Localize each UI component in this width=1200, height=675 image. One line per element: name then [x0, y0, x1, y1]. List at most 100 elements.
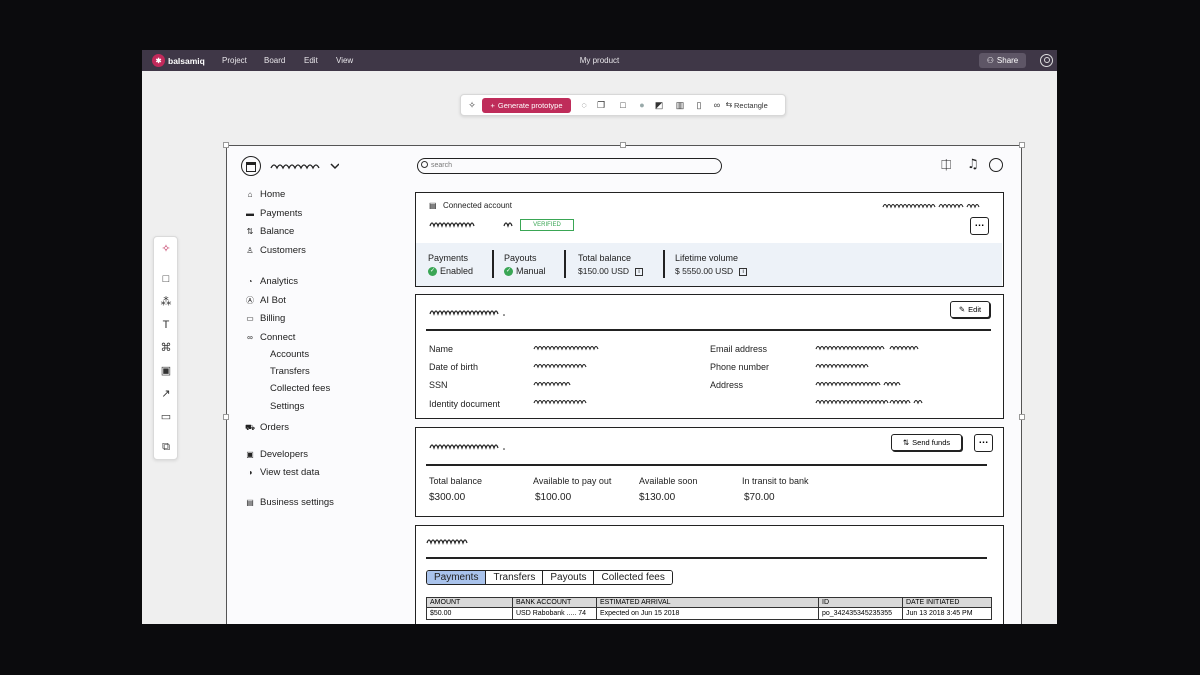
info-icon[interactable]: i [635, 267, 644, 276]
column-header[interactable]: ID [818, 597, 903, 608]
wireframe-mockup[interactable]: search ⎅ ♫ ⌂ Home ▬ Payments ⇅ Balance ♙ Cus… [223, 142, 1025, 624]
menu-view[interactable]: View [336, 56, 353, 65]
field-values-scribble [815, 345, 923, 405]
nav-label: Home [260, 189, 286, 200]
tab-collected-fees[interactable]: Collected fees [594, 571, 672, 584]
book-icon[interactable]: ⎅ [941, 158, 951, 173]
pencil-icon: ✎ [958, 305, 966, 314]
tab-payouts[interactable]: Payouts [543, 571, 595, 584]
search-placeholder: search [431, 162, 453, 169]
balance-value: $100.00 [535, 492, 572, 503]
balsamiq-logo-icon: ✱ [152, 54, 165, 67]
document-title[interactable]: My product [580, 56, 620, 65]
nav-label: Orders [260, 422, 290, 433]
column-header[interactable]: ESTIMATED ARRIVAL [596, 597, 819, 608]
column-header[interactable]: AMOUNT [426, 597, 513, 608]
nav-view-test-data[interactable]: ◑ View test data [245, 467, 320, 478]
ai-sparkle-icon[interactable]: ✧ [160, 243, 172, 255]
resize-handle[interactable] [223, 142, 229, 148]
comment-tool-icon[interactable]: ▭ [160, 411, 172, 423]
rectangle-tool-icon[interactable]: □ [160, 273, 172, 285]
column-header[interactable]: DATE INITIATED [902, 597, 992, 608]
menu-edit[interactable]: Edit [304, 56, 318, 65]
resize-handle[interactable] [223, 414, 229, 420]
shape-type-label[interactable]: Rectangle [734, 101, 768, 110]
nav-orders[interactable]: ⛟ Orders [245, 422, 289, 433]
store-logo-icon[interactable] [241, 156, 261, 176]
table-row[interactable]: $50.00 USD Rabobank ..... 74 Expected on… [426, 607, 992, 620]
layers-icon[interactable]: ❐ [596, 100, 606, 110]
pages-tool-icon[interactable]: ⧉ [160, 441, 172, 453]
nav-label: Balance [260, 226, 295, 237]
subnav-settings[interactable]: Settings [270, 401, 304, 412]
nav-analytics[interactable]: ◔ Analytics [245, 276, 298, 287]
customers-icon: ♙ [246, 246, 254, 255]
nav-home[interactable]: ⌂ Home [245, 189, 286, 200]
search-input[interactable]: search [417, 158, 722, 174]
subnav-accounts[interactable]: Accounts [270, 349, 309, 360]
nav-balance[interactable]: ⇅ Balance [245, 226, 295, 237]
nav-ai-bot[interactable]: Ⓐ AI Bot [245, 295, 286, 306]
transfer-icon: ⇅ [902, 438, 910, 447]
image-tool-icon[interactable]: ▣ [160, 365, 172, 377]
generate-label: Generate prototype [497, 101, 563, 110]
target-icon[interactable]: ◌ [579, 100, 589, 110]
gradient-icon[interactable]: ◩ [654, 100, 664, 110]
nav-business-settings[interactable]: ▤ Business settings [245, 497, 334, 508]
subnav-transfers[interactable]: Transfers [270, 366, 310, 377]
floating-toolbar: ✧ + Generate prototype ◌ ❐ □ ● ◩ ▥ ▯ ∞ ⇆… [460, 94, 786, 116]
info-icon[interactable]: i [739, 267, 748, 276]
brand-name: balsamiq [168, 55, 205, 66]
resize-handle[interactable] [1019, 142, 1025, 148]
column-header[interactable]: BANK ACCOUNT [512, 597, 597, 608]
send-funds-button[interactable]: ⇅ Send funds [891, 434, 962, 451]
nav-customers[interactable]: ♙ Customers [245, 245, 306, 256]
ai-bot-icon: Ⓐ [246, 296, 254, 305]
resize-handle[interactable] [1019, 414, 1025, 420]
menu-board[interactable]: Board [264, 56, 285, 65]
connected-account-heading: Connected account [443, 201, 512, 210]
border-icon[interactable]: ▥ [675, 100, 685, 110]
arrow-tool-icon[interactable]: ↗ [160, 388, 172, 400]
bell-icon[interactable]: ♫ [967, 157, 979, 172]
nav-developers[interactable]: ▣ Developers [245, 449, 308, 460]
brand-logo[interactable]: ✱ balsamiq [152, 54, 205, 67]
swap-icon[interactable]: ⇆ [724, 100, 734, 110]
edit-button[interactable]: ✎ Edit [950, 301, 990, 318]
more-options-button[interactable]: … [974, 434, 993, 452]
stat-label: Payouts [504, 253, 537, 263]
share-button[interactable]: ⚇ Share [979, 53, 1026, 68]
nav-connect[interactable]: ∞ Connect [245, 332, 295, 343]
menu-project[interactable]: Project [222, 56, 247, 65]
payments-icon: ▬ [246, 209, 254, 218]
account-icon[interactable] [1040, 54, 1053, 67]
nav-label: Billing [260, 313, 286, 324]
nav-billing[interactable]: ▭ Billing [245, 313, 285, 324]
account-id-scribble [882, 203, 980, 209]
fill-color-icon[interactable]: ● [637, 100, 647, 110]
ai-sparkle-icon[interactable]: ✧ [467, 100, 477, 110]
link-icon[interactable]: ∞ [712, 100, 722, 110]
lock-icon[interactable]: ▯ [694, 100, 704, 110]
text-tool-icon[interactable]: T [160, 319, 172, 331]
tab-transfers[interactable]: Transfers [486, 571, 544, 584]
divider [492, 250, 494, 278]
profile-icon[interactable] [989, 158, 1003, 172]
components-tool-icon[interactable]: ⌘ [160, 342, 172, 354]
plus-icon: + [490, 101, 495, 110]
square-icon[interactable]: □ [618, 100, 628, 110]
tab-payments[interactable]: Payments [427, 571, 487, 584]
field-label: Date of birth [429, 362, 479, 372]
balance-value: $300.00 [429, 492, 466, 503]
field-label: SSN [429, 380, 448, 390]
nav-payments[interactable]: ▬ Payments [245, 208, 302, 219]
balance-icon: ⇅ [246, 227, 254, 236]
activity-panel: Payments Transfers Payouts Collected fee… [415, 525, 1004, 624]
shapes-tool-icon[interactable]: ⁂ [160, 296, 172, 308]
generate-prototype-button[interactable]: + Generate prototype [482, 98, 571, 113]
more-options-button[interactable]: … [970, 217, 989, 235]
section-title-scribble [429, 444, 505, 450]
subnav-collected-fees[interactable]: Collected fees [270, 383, 330, 394]
resize-handle[interactable] [620, 142, 626, 148]
table-header-row: AMOUNT BANK ACCOUNT ESTIMATED ARRIVAL ID… [426, 597, 992, 608]
